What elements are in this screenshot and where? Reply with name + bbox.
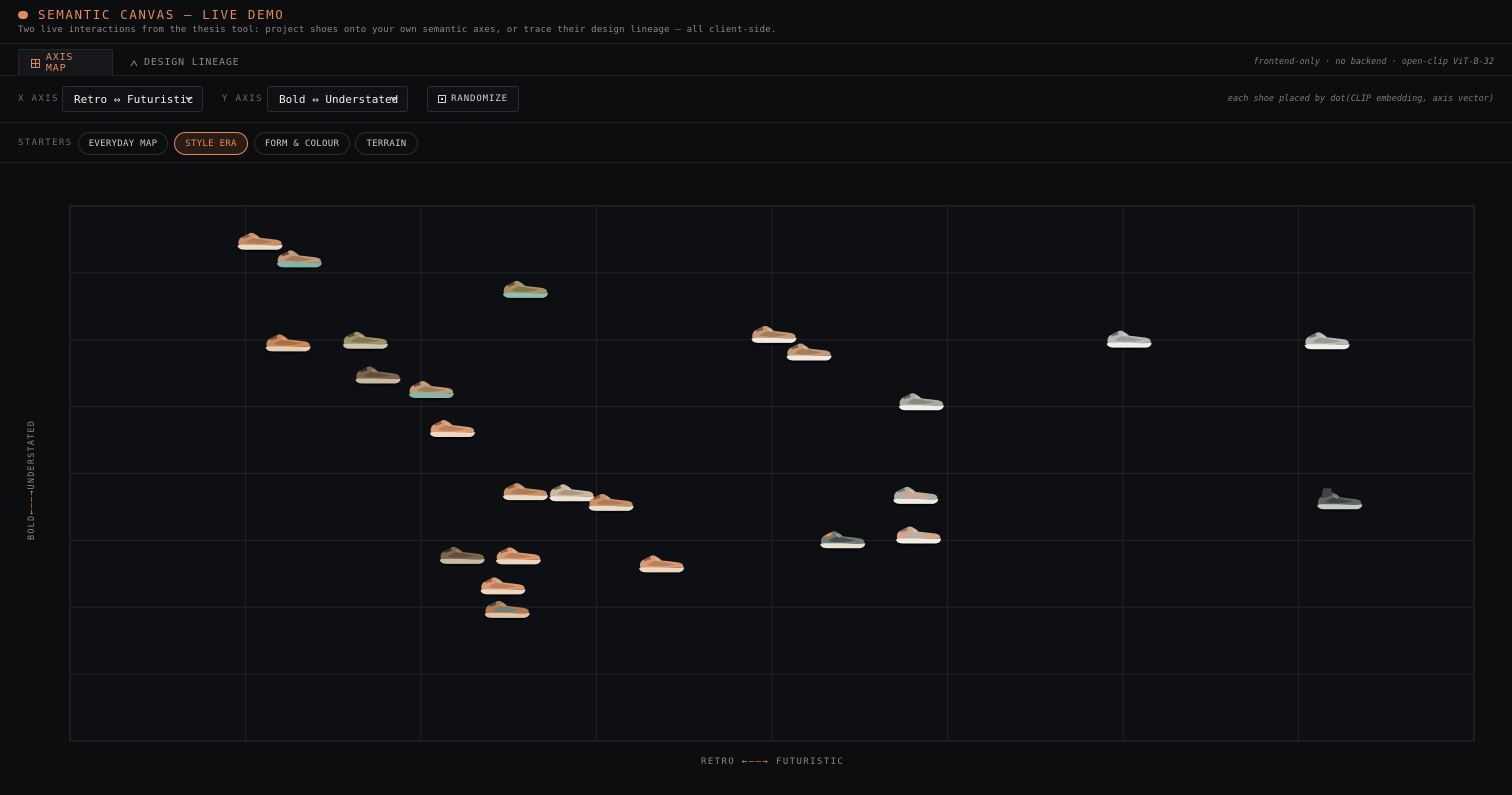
axis-map-plot[interactable] bbox=[0, 163, 1512, 795]
tech-meta: frontend-only · no backend · open-clip V… bbox=[1253, 57, 1494, 67]
page-title: SEMANTIC CANVAS — LIVE DEMO bbox=[38, 7, 285, 22]
tab-design-lineage[interactable]: DESIGN LINEAGE bbox=[118, 49, 252, 76]
axis-toolbar: X AXIS Retro ⇔ Futuristic Y AXIS Bold ⇔ … bbox=[0, 76, 1512, 123]
y-axis-select-value: Bold ⇔ Understated bbox=[279, 92, 399, 106]
starter-style-era[interactable]: STYLE ERA bbox=[174, 132, 248, 155]
tab-bar: AXIS MAP DESIGN LINEAGE frontend-only · … bbox=[0, 44, 1512, 76]
app-header: SEMANTIC CANVAS — LIVE DEMO Two live int… bbox=[0, 0, 1512, 44]
y-axis-arrow: ←——→ bbox=[27, 489, 37, 515]
x-axis-select[interactable]: Retro ⇔ Futuristic bbox=[62, 86, 203, 112]
y-axis-caption: BOLD←——→UNDERSTATED bbox=[27, 408, 41, 540]
starters-bar: STARTERS EVERYDAY MAP STYLE ERA FORM & C… bbox=[0, 123, 1512, 163]
tab-axis-map-label: AXIS MAP bbox=[45, 52, 74, 74]
y-axis-label: Y AXIS bbox=[222, 94, 263, 104]
starter-label: EVERYDAY MAP bbox=[88, 138, 158, 149]
y-axis-right-label: UNDERSTATED bbox=[27, 419, 37, 490]
x-axis-caption: RETRO ←——→ FUTURISTIC bbox=[701, 757, 844, 767]
randomize-button[interactable]: RANDOMIZE bbox=[427, 86, 519, 112]
grid-icon bbox=[31, 58, 40, 68]
x-axis-right-label: FUTURISTIC bbox=[776, 757, 845, 767]
chevron-down-icon bbox=[390, 96, 398, 101]
chevron-down-icon bbox=[185, 96, 193, 101]
x-axis-select-value: Retro ⇔ Futuristic bbox=[74, 92, 194, 106]
starter-label: TERRAIN bbox=[366, 138, 407, 149]
starter-everyday-map[interactable]: EVERYDAY MAP bbox=[78, 132, 168, 155]
x-axis-label: X AXIS bbox=[18, 94, 59, 104]
plot-grid bbox=[69, 205, 1475, 742]
placement-hint: each shoe placed by dot(CLIP embedding, … bbox=[1227, 94, 1494, 104]
starter-label: FORM & COLOUR bbox=[264, 138, 340, 149]
y-axis-left-label: BOLD bbox=[27, 514, 37, 540]
randomize-label: RANDOMIZE bbox=[451, 94, 508, 104]
starter-form-colour[interactable]: FORM & COLOUR bbox=[254, 132, 350, 155]
x-axis-left-label: RETRO bbox=[701, 757, 736, 767]
starters-label: STARTERS bbox=[18, 138, 73, 148]
x-axis-arrow: ←——→ bbox=[741, 757, 770, 767]
dice-icon bbox=[438, 95, 447, 103]
tab-axis-map[interactable]: AXIS MAP bbox=[18, 49, 113, 76]
tree-icon bbox=[130, 59, 138, 66]
starter-label: STYLE ERA bbox=[185, 138, 237, 149]
tab-design-lineage-label: DESIGN LINEAGE bbox=[144, 57, 240, 68]
page-subtitle: Two live interactions from the thesis to… bbox=[18, 25, 777, 35]
status-dot-icon bbox=[18, 11, 28, 19]
starter-terrain[interactable]: TERRAIN bbox=[355, 132, 418, 155]
y-axis-select[interactable]: Bold ⇔ Understated bbox=[267, 86, 408, 112]
